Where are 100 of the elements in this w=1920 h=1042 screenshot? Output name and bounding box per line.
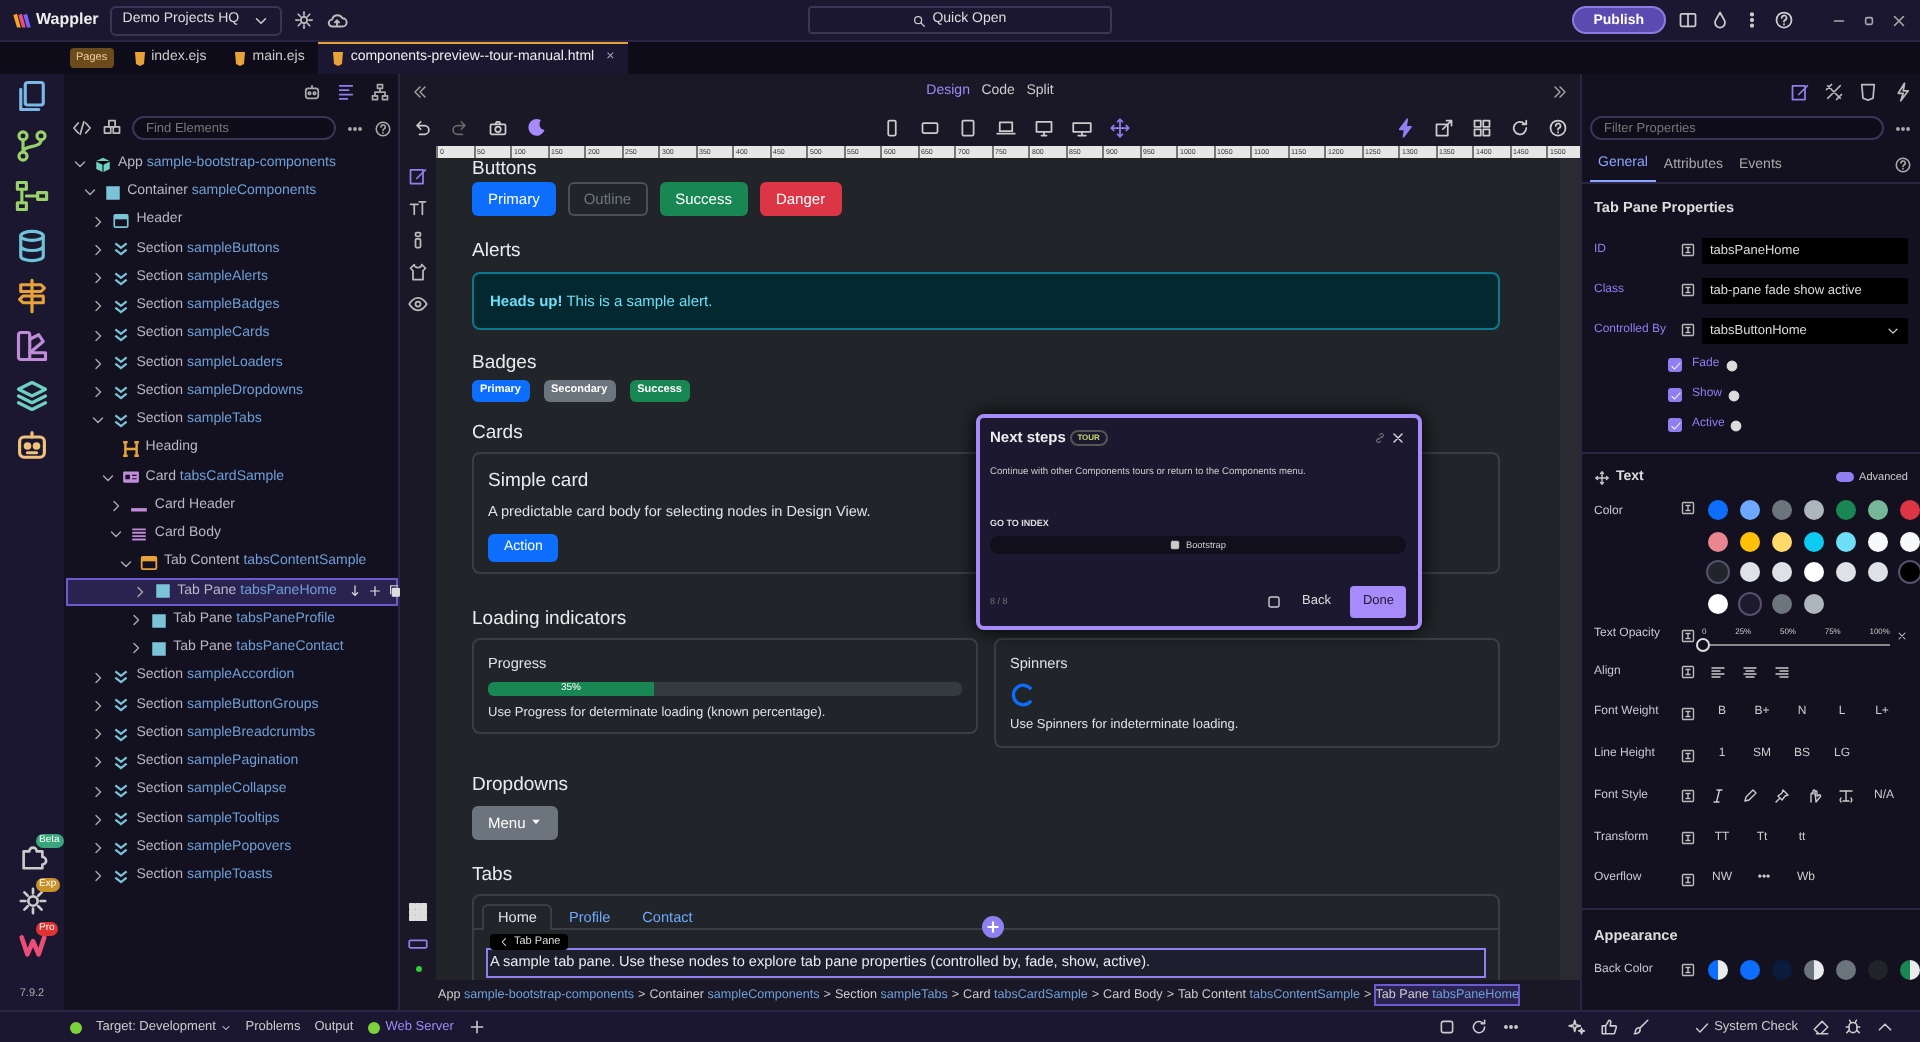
chevron-icon[interactable] <box>90 270 107 287</box>
binding-icon[interactable] <box>1680 627 1696 644</box>
color-swatch[interactable] <box>1804 531 1824 552</box>
puzzle-icon[interactable] <box>17 841 47 872</box>
cloud-upload-icon[interactable] <box>325 9 348 31</box>
color-swatch[interactable] <box>1772 500 1792 521</box>
plug-icon[interactable] <box>1892 82 1912 102</box>
chevron-icon[interactable] <box>72 156 88 173</box>
chevron-icon[interactable] <box>90 213 107 230</box>
layers-icon[interactable] <box>14 378 50 414</box>
color-swatch[interactable] <box>1868 562 1888 583</box>
color-swatch[interactable] <box>1836 960 1856 980</box>
help-icon[interactable] <box>1894 156 1912 175</box>
components-icon[interactable] <box>102 118 122 138</box>
color-swatch[interactable] <box>1740 960 1760 980</box>
chevron-icon[interactable] <box>127 640 144 657</box>
chevron-icon[interactable] <box>90 868 107 885</box>
color-swatch[interactable] <box>1868 531 1888 552</box>
code-icon[interactable] <box>72 118 92 138</box>
logo-icon[interactable] <box>17 929 47 960</box>
branch-icon[interactable] <box>14 128 50 164</box>
bot-icon[interactable] <box>302 82 322 102</box>
close-icon[interactable] <box>1890 11 1908 29</box>
color-swatch[interactable] <box>1836 562 1856 583</box>
edit-icon[interactable] <box>1790 82 1810 102</box>
italic-icon[interactable] <box>1710 788 1726 805</box>
expand-icon[interactable] <box>1552 84 1568 100</box>
chevron-icon[interactable] <box>90 327 107 344</box>
insert-icon[interactable] <box>348 584 363 599</box>
clear-icon[interactable] <box>1896 629 1908 642</box>
moon-icon[interactable] <box>526 118 546 138</box>
binding-icon[interactable] <box>1680 664 1696 681</box>
color-swatch[interactable] <box>1740 500 1760 521</box>
color-swatch[interactable] <box>1868 500 1888 521</box>
eye-icon[interactable] <box>408 294 428 314</box>
binding-icon[interactable] <box>1680 322 1696 339</box>
color-swatch[interactable] <box>1708 531 1728 552</box>
slider-thumb[interactable] <box>1696 637 1710 652</box>
eraser-icon[interactable] <box>1812 1018 1830 1036</box>
tree-icon[interactable] <box>370 82 390 102</box>
add-icon[interactable] <box>982 916 1004 939</box>
link-icon[interactable] <box>1374 431 1387 444</box>
color-swatch[interactable] <box>1708 960 1728 980</box>
color-swatch[interactable] <box>1900 531 1920 552</box>
settings-icon[interactable] <box>17 885 47 916</box>
chevron-icon[interactable] <box>131 583 148 600</box>
grid-icon[interactable] <box>1472 118 1492 138</box>
chevron-icon[interactable] <box>90 412 107 429</box>
color-swatch[interactable] <box>1772 531 1792 552</box>
layout-icon[interactable] <box>1678 10 1698 30</box>
square-icon[interactable] <box>1438 1018 1457 1036</box>
bolt-icon[interactable] <box>1396 118 1416 138</box>
grid-icon[interactable] <box>408 902 428 922</box>
desktop-icon[interactable] <box>1034 118 1054 138</box>
color-swatch[interactable] <box>1708 562 1728 583</box>
color-swatch[interactable] <box>1900 960 1920 980</box>
caret-up-icon[interactable] <box>1876 1018 1894 1036</box>
color-swatch[interactable] <box>1740 562 1760 583</box>
help-icon[interactable] <box>1774 10 1794 30</box>
color-swatch[interactable] <box>1772 960 1792 980</box>
edit-icon[interactable] <box>408 166 428 186</box>
transform-icon[interactable] <box>1838 788 1854 805</box>
binding-icon[interactable] <box>1680 500 1696 517</box>
color-swatch[interactable] <box>1804 593 1824 614</box>
chevron-icon[interactable] <box>127 612 144 629</box>
chevron-icon[interactable] <box>99 469 116 486</box>
color-swatch[interactable] <box>1836 500 1856 521</box>
chevron-icon[interactable] <box>90 669 107 686</box>
color-swatch[interactable] <box>1772 562 1792 583</box>
undo-icon[interactable] <box>412 118 432 138</box>
chevron-icon[interactable] <box>90 840 107 857</box>
signpost-icon[interactable] <box>14 278 50 314</box>
chevron-icon[interactable] <box>90 811 107 828</box>
help-icon[interactable] <box>1548 118 1568 138</box>
refresh-icon[interactable] <box>1510 118 1530 138</box>
binding-icon[interactable] <box>1680 871 1696 888</box>
tools-icon[interactable] <box>1824 82 1844 102</box>
color-swatch[interactable] <box>1804 500 1824 521</box>
color-swatch[interactable] <box>1836 531 1856 552</box>
checkbox[interactable] <box>1668 418 1682 433</box>
binding-icon[interactable] <box>1680 242 1696 259</box>
tablet-landscape-icon[interactable] <box>920 118 940 138</box>
monitor-icon[interactable] <box>1072 118 1092 138</box>
move-icon[interactable] <box>1110 118 1130 138</box>
chevron-icon[interactable] <box>90 355 107 372</box>
refresh-icon[interactable] <box>1470 1018 1489 1036</box>
bug-icon[interactable] <box>1844 1018 1862 1036</box>
chevron-icon[interactable] <box>90 726 107 743</box>
binding-icon[interactable] <box>1680 830 1696 847</box>
list-icon[interactable] <box>336 82 356 102</box>
pin-icon[interactable] <box>1774 788 1790 805</box>
add-icon[interactable] <box>467 1018 486 1036</box>
shirt-icon[interactable] <box>408 262 428 282</box>
sparkle-icon[interactable] <box>1568 1018 1587 1036</box>
settings-icon[interactable] <box>293 10 314 30</box>
laptop-icon[interactable] <box>996 118 1016 138</box>
binding-icon[interactable] <box>1680 962 1696 978</box>
copy-icon[interactable] <box>388 584 403 599</box>
checkbox[interactable] <box>1668 388 1682 403</box>
flow-icon[interactable] <box>14 178 50 214</box>
